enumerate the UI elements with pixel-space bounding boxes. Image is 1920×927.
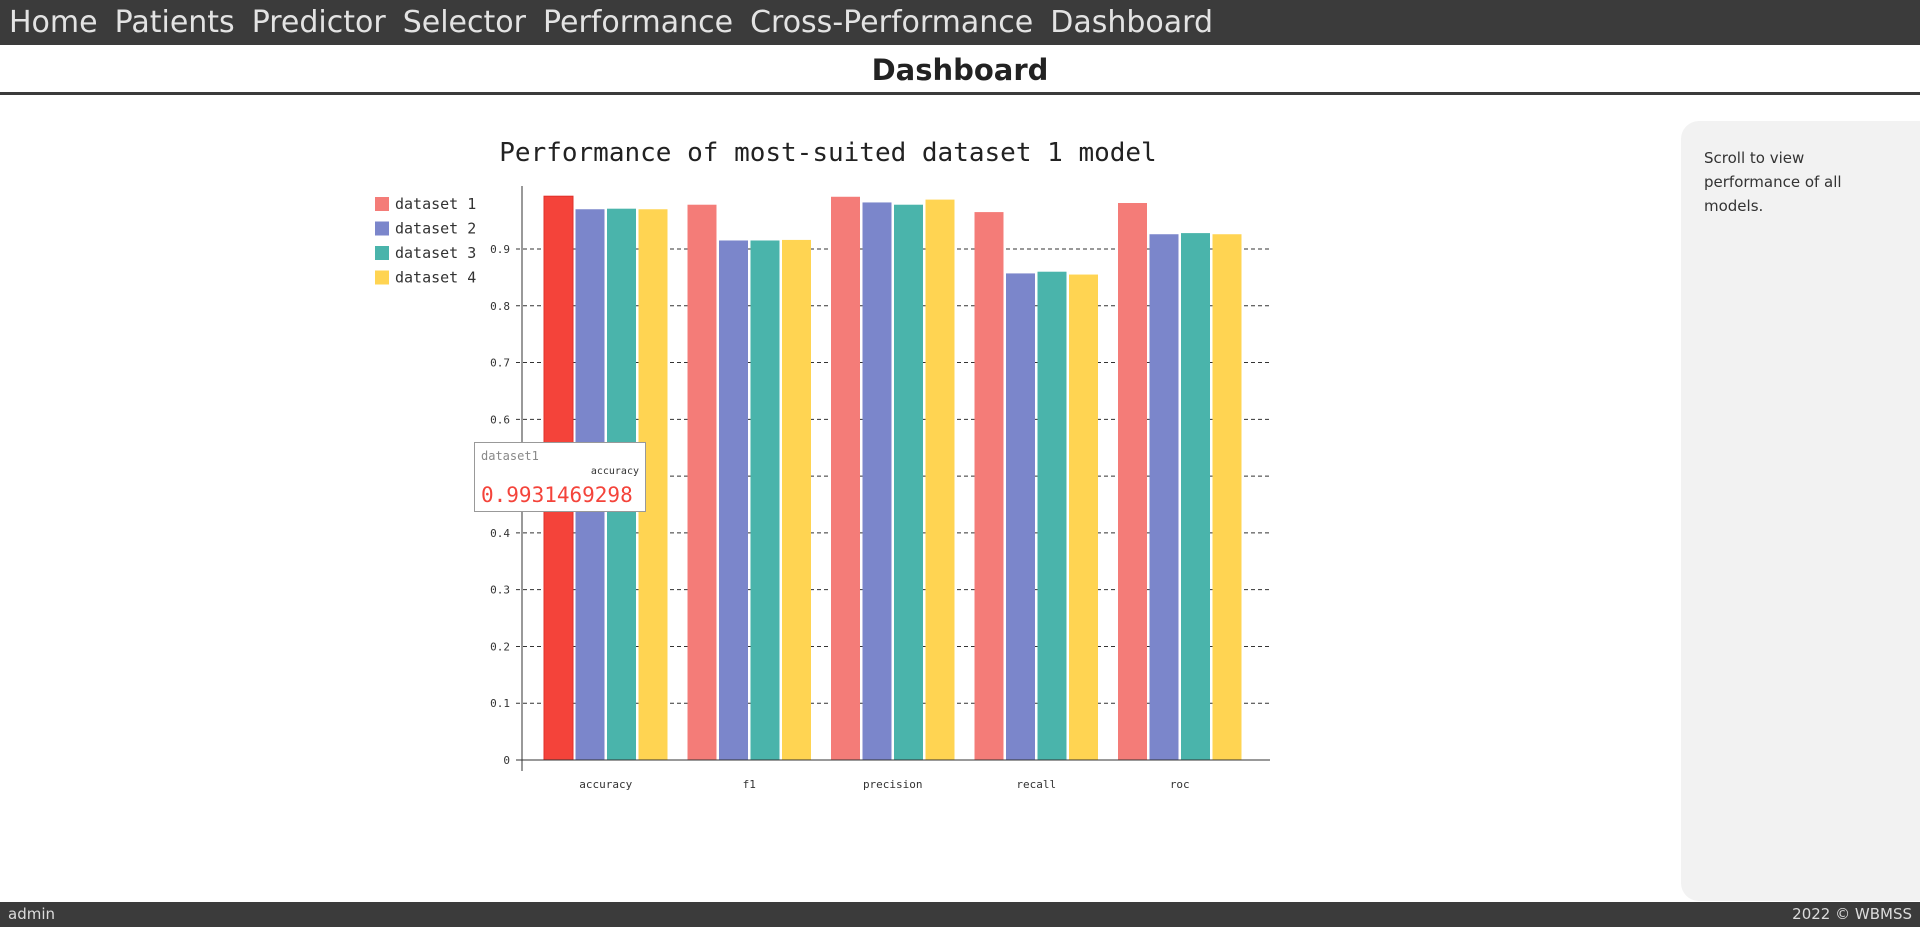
top-nav: Home Patients Predictor Selector Perform… [0,0,1920,45]
bar-roc-dataset-3 [1181,233,1210,760]
nav-patients[interactable]: Patients [115,5,235,40]
legend-swatch [375,221,389,236]
legend-swatch [375,246,389,260]
legend-label: dataset 2 [395,220,476,238]
legend-label: dataset 3 [395,244,476,262]
footer-copyright: 2022 © WBMSS [1792,905,1912,923]
bar-precision-dataset-3 [894,204,923,761]
y-tick-label: 0.8 [490,300,510,313]
footer: admin 2022 © WBMSS [0,902,1920,927]
y-tick-label: 0.6 [490,413,510,426]
nav-dashboard[interactable]: Dashboard [1050,5,1213,40]
legend-swatch [375,270,389,285]
bar-f1-dataset-2 [719,240,748,760]
tooltip-metric: accuracy [590,466,639,477]
x-tick-label: accuracy [579,778,632,791]
x-tick-label: recall [1016,778,1056,791]
bar-f1-dataset-1 [687,204,717,761]
bar-recall-dataset-3 [1037,271,1067,760]
bar-roc-dataset-4 [1212,234,1242,760]
y-tick-label: 0 [503,754,510,767]
nav-selector[interactable]: Selector [403,5,526,40]
tooltip-series: dataset1 [481,449,539,463]
x-tick-label: precision [863,778,923,791]
bar-precision-dataset-2 [862,202,892,760]
legend-label: dataset 1 [395,195,476,213]
nav-performance[interactable]: Performance [543,5,733,40]
bar-recall-dataset-4 [1069,274,1098,760]
y-tick-label: 0.3 [490,584,510,597]
bar-precision-dataset-4 [925,199,955,760]
side-panel[interactable]: Scroll to view performance of all models… [1681,121,1920,901]
bar-recall-dataset-2 [1006,273,1035,760]
y-tick-label: 0.4 [490,527,510,540]
y-tick-label: 0.7 [490,357,510,370]
legend-label: dataset 4 [395,269,476,287]
tooltip-value: 0.9931469298 [481,483,633,507]
x-tick-label: roc [1170,778,1190,791]
side-panel-text: Scroll to view performance of all models… [1704,149,1842,215]
chart-title: Performance of most-suited dataset 1 mod… [499,138,1156,168]
page-title: Dashboard [0,45,1920,95]
y-tick-label: 0.2 [490,640,510,653]
x-tick-label: f1 [743,778,756,791]
legend-swatch [375,197,389,211]
footer-user: admin [8,905,55,923]
bar-f1-dataset-3 [750,240,780,760]
bar-tooltip: dataset1 accuracy 0.9931469298 [474,442,646,512]
bar-roc-dataset-1 [1118,203,1147,760]
bar-precision-dataset-1 [831,196,860,761]
y-tick-label: 0.1 [490,697,510,710]
nav-home[interactable]: Home [9,5,98,40]
nav-cross-performance[interactable]: Cross-Performance [750,5,1033,40]
bar-recall-dataset-1 [974,212,1004,760]
y-tick-label: 0.9 [490,243,510,256]
bar-f1-dataset-4 [782,239,811,761]
nav-predictor[interactable]: Predictor [252,5,386,40]
bar-roc-dataset-2 [1149,234,1179,760]
